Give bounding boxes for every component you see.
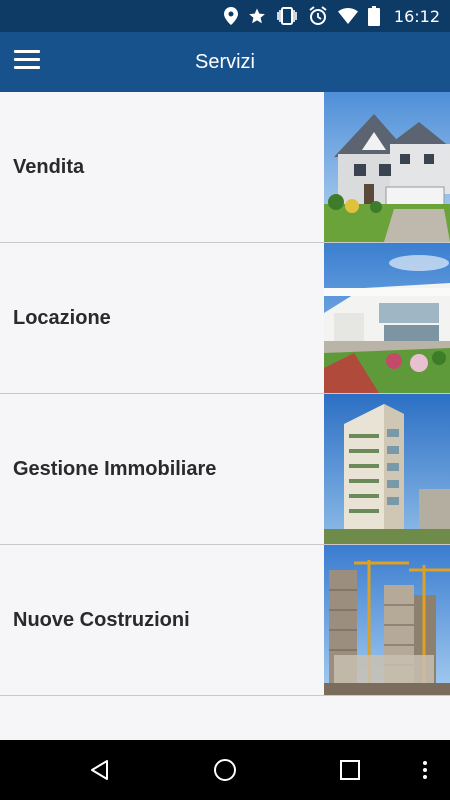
app-bar: Servizi	[0, 32, 450, 92]
status-bar: 16:12	[0, 0, 450, 32]
house-image	[324, 92, 450, 242]
star-icon	[248, 7, 266, 25]
page-title: Servizi	[194, 50, 255, 73]
overflow-menu-icon[interactable]	[410, 740, 440, 800]
list-item-nuove-costruzioni[interactable]: Nuove Costruzioni	[0, 545, 450, 696]
battery-icon	[367, 6, 380, 26]
list-item-locazione[interactable]: Locazione	[0, 243, 450, 394]
navigation-bar	[0, 740, 450, 800]
recents-icon[interactable]	[325, 740, 375, 800]
status-time: 16:12	[393, 6, 440, 26]
list-item-label: Locazione	[13, 307, 111, 329]
back-icon[interactable]	[75, 740, 125, 800]
list-item-gestione-immobiliare[interactable]: Gestione Immobiliare	[0, 394, 450, 545]
hamburger-menu-icon[interactable]	[14, 50, 40, 72]
wifi-icon	[337, 8, 358, 24]
list-item-vendita[interactable]: Vendita	[0, 92, 450, 243]
construction-image	[324, 545, 450, 695]
tower-image	[324, 394, 450, 544]
location-icon	[223, 7, 238, 25]
alarm-icon	[308, 6, 328, 26]
home-icon[interactable]	[200, 740, 250, 800]
villa-image	[324, 243, 450, 393]
list-item-label: Vendita	[13, 156, 85, 178]
list-item-label: Nuove Costruzioni	[13, 609, 190, 631]
service-list: Vendita Locazione Gestione Immobiliare N…	[0, 92, 450, 696]
vibrate-icon	[276, 7, 298, 25]
list-item-label: Gestione Immobiliare	[13, 458, 217, 480]
